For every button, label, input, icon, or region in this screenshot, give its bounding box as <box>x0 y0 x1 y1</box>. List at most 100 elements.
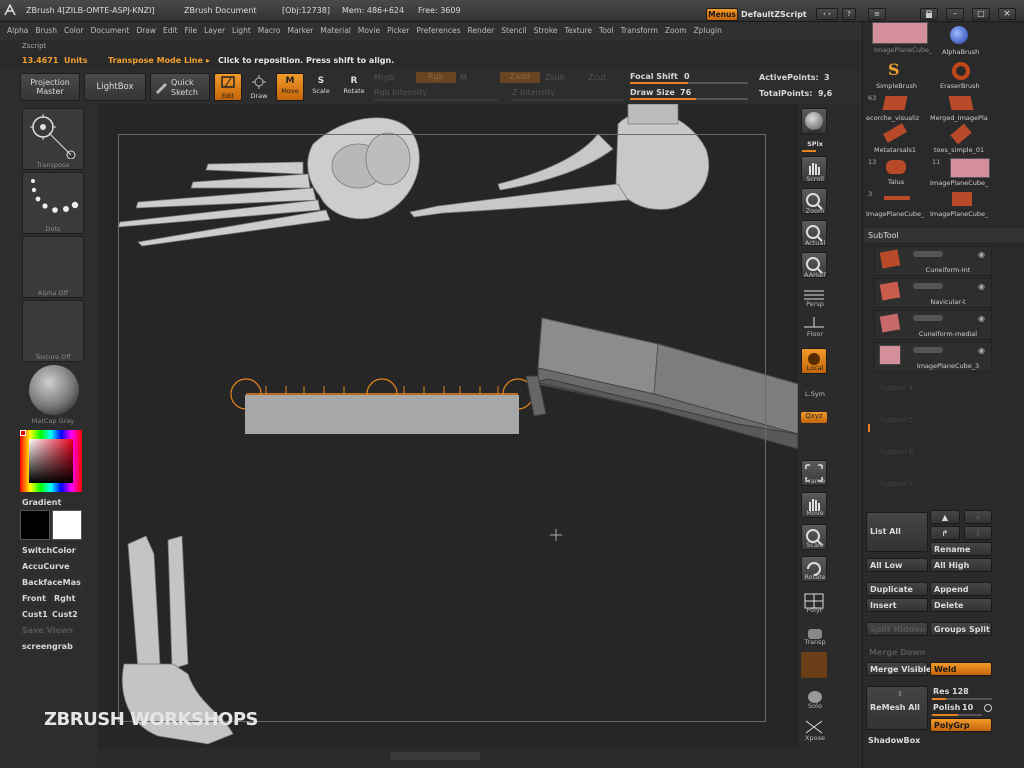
visibility-eye-icon[interactable]: ◉ <box>978 250 985 259</box>
right-button[interactable]: Rght <box>52 592 78 605</box>
weld-toggle[interactable]: Weld <box>930 662 992 676</box>
draw-button[interactable]: Draw <box>246 73 272 101</box>
menu-item-zscript[interactable]: Zscript <box>22 42 46 50</box>
all-low-button[interactable]: All Low <box>866 558 928 572</box>
spix-slider[interactable] <box>802 150 816 152</box>
menu-item-alpha[interactable]: Alpha <box>7 26 28 35</box>
eraser-brush-icon[interactable] <box>952 62 970 80</box>
scale-button[interactable]: S Scale <box>308 73 334 101</box>
append-button[interactable]: Append <box>930 582 992 596</box>
tray-toggle-button[interactable]: ≡ <box>868 8 886 20</box>
menu-item-texture[interactable]: Texture <box>565 26 592 35</box>
color-saturation-square[interactable] <box>29 439 73 483</box>
move-up-disabled-button[interactable]: + <box>964 510 992 524</box>
subtool-empty-slot[interactable]: Subtool 7 <box>880 480 913 488</box>
ghost-button[interactable] <box>801 652 827 678</box>
all-high-button[interactable]: All High <box>930 558 992 572</box>
menu-item-stroke[interactable]: Stroke <box>534 26 558 35</box>
edit-button[interactable]: Edit <box>214 73 242 101</box>
switchcolor-button[interactable]: SwitchColor <box>20 544 78 557</box>
mrgb-button[interactable]: Mrgb <box>374 73 394 82</box>
polypaint-toggle[interactable] <box>913 315 943 321</box>
merge-visible-button[interactable]: Merge Visible <box>866 662 931 676</box>
move-down-button[interactable]: ↓ <box>964 526 992 540</box>
menu-item-draw[interactable]: Draw <box>136 26 156 35</box>
quick-sketch-button[interactable]: Quick Sketch <box>150 73 210 101</box>
canvas-scroll-handle[interactable] <box>390 752 480 760</box>
close-icon[interactable]: × <box>998 8 1016 20</box>
main-color-swatch[interactable] <box>20 510 50 540</box>
split-hidden-button[interactable]: Split Hidden <box>866 622 928 636</box>
visibility-eye-icon[interactable]: ◉ <box>978 314 985 323</box>
bone-icon[interactable] <box>882 96 908 110</box>
menu-item-zplugin[interactable]: Zplugin <box>694 26 722 35</box>
material-button[interactable] <box>22 362 84 424</box>
polish-toggle-icon[interactable] <box>984 704 992 712</box>
arrow-right-button[interactable]: ↱ <box>930 526 960 540</box>
menu-item-zoom[interactable]: Zoom <box>665 26 687 35</box>
spix-label[interactable]: SPix <box>798 140 832 148</box>
move-up-button[interactable]: ▲ <box>930 510 960 524</box>
menu-item-tool[interactable]: Tool <box>599 26 614 35</box>
zsub-button[interactable]: Zsub <box>545 73 565 82</box>
menu-item-material[interactable]: Material <box>320 26 350 35</box>
polypaint-toggle[interactable] <box>913 251 943 257</box>
menu-item-file[interactable]: File <box>185 26 198 35</box>
zscript-arrows-button[interactable]: ‹ › <box>816 8 838 20</box>
rename-button[interactable]: Rename <box>930 542 992 556</box>
visibility-eye-icon[interactable]: ◉ <box>978 282 985 291</box>
polygrp-toggle[interactable]: PolyGrp <box>930 718 992 732</box>
menus-button[interactable]: Menus <box>706 8 738 21</box>
default-zscript-button[interactable]: DefaultZScript <box>741 10 807 19</box>
subtool-empty-slot[interactable]: Subtool 5 <box>880 416 913 424</box>
simple-brush-icon[interactable]: S <box>888 60 900 79</box>
menu-item-preferences[interactable]: Preferences <box>416 26 460 35</box>
polypaint-toggle[interactable] <box>913 347 943 353</box>
menu-item-render[interactable]: Render <box>468 26 495 35</box>
bone-icon[interactable] <box>948 96 974 110</box>
minimize-icon[interactable]: – <box>946 8 964 20</box>
menu-item-movie[interactable]: Movie <box>358 26 380 35</box>
z-intensity-slider[interactable]: Z Intensity <box>512 88 555 97</box>
front-button[interactable]: Front <box>20 592 48 605</box>
subtool-empty-slot[interactable]: Subtool 4 <box>880 384 913 392</box>
bone-icon[interactable] <box>952 192 972 206</box>
groups-split-button[interactable]: Groups Split <box>930 622 992 636</box>
menu-item-transform[interactable]: Transform <box>621 26 658 35</box>
secondary-color-swatch[interactable] <box>52 510 82 540</box>
bone-icon[interactable] <box>884 196 910 200</box>
menu-item-macro[interactable]: Macro <box>258 26 281 35</box>
menu-item-marker[interactable]: Marker <box>287 26 313 35</box>
menu-item-document[interactable]: Document <box>91 26 130 35</box>
merge-down-button[interactable]: Merge Down <box>866 646 928 660</box>
shadowbox-header[interactable]: ShadowBox <box>868 736 920 745</box>
help-button[interactable]: ? <box>842 8 856 20</box>
color-picker[interactable] <box>20 430 82 492</box>
lightbox-button[interactable]: LightBox <box>84 73 146 101</box>
subtool-item[interactable]: ◉ Cuneiform-medial <box>874 310 992 340</box>
rgb-intensity-slider[interactable]: Rgb Intensity <box>374 88 427 97</box>
menu-item-stencil[interactable]: Stencil <box>501 26 526 35</box>
visibility-eye-icon[interactable]: ◉ <box>978 346 985 355</box>
pink-plane-icon[interactable] <box>950 158 990 178</box>
move-button[interactable]: M Move <box>276 73 304 101</box>
subtool-item[interactable]: ◉ Navicular-t <box>874 278 992 308</box>
gradient-toggle[interactable]: Gradient <box>20 496 64 509</box>
alpha-brush-icon[interactable] <box>950 26 968 44</box>
lock-icon[interactable] <box>920 8 938 20</box>
subtool-empty-slot[interactable]: Subtool 6 <box>880 448 913 456</box>
subtool-header[interactable]: SubTool <box>864 228 1024 242</box>
menu-item-color[interactable]: Color <box>64 26 84 35</box>
rgb-button[interactable]: Rgb <box>416 72 456 83</box>
tool-thumb-0[interactable] <box>872 22 928 44</box>
menu-item-light[interactable]: Light <box>232 26 251 35</box>
insert-button[interactable]: Insert <box>866 598 928 612</box>
cust1-button[interactable]: Cust1 <box>20 608 50 621</box>
accucurve-button[interactable]: AccuCurve <box>20 560 72 573</box>
backface-mask-button[interactable]: BackfaceMas <box>20 576 83 589</box>
zadd-button[interactable]: Zadd <box>500 72 540 83</box>
polypaint-toggle[interactable] <box>913 283 943 289</box>
screengrab-button[interactable]: screengrab <box>20 640 75 653</box>
menu-item-brush[interactable]: Brush <box>35 26 57 35</box>
lsym-button[interactable]: L.Sym <box>798 390 832 398</box>
